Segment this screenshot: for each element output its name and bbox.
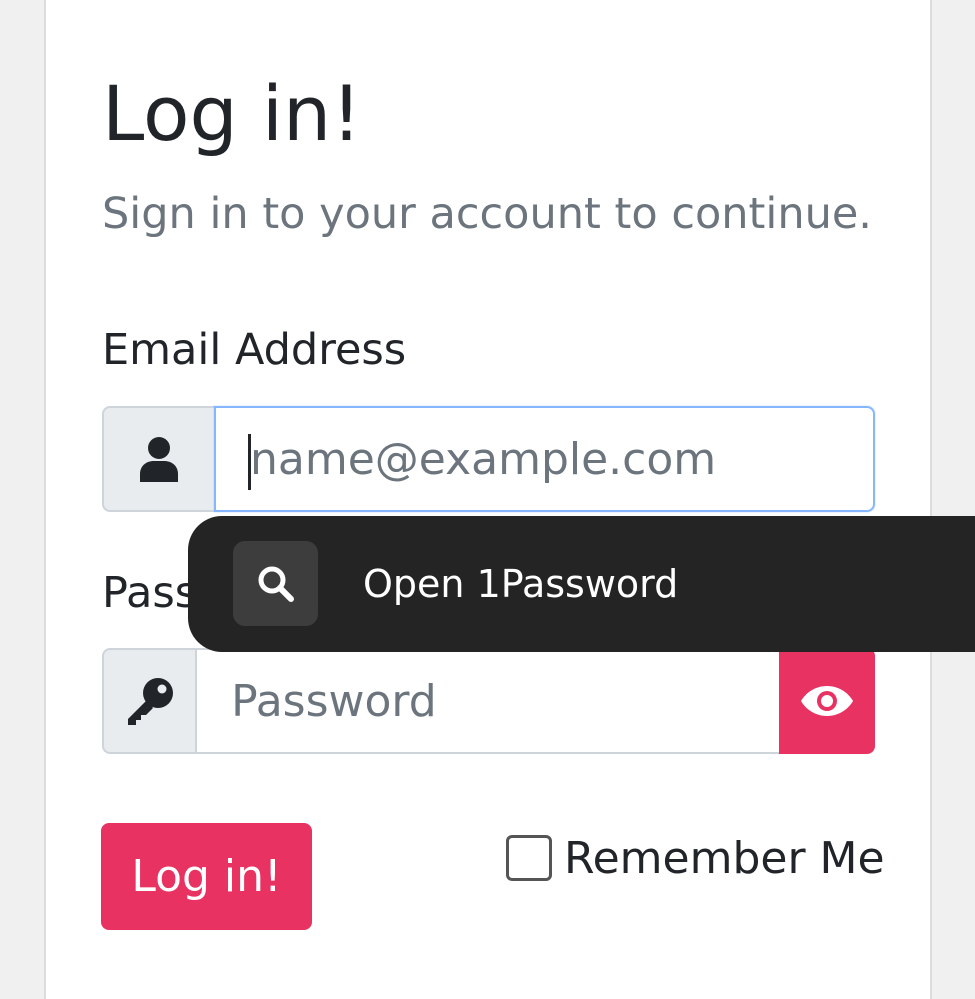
eye-icon: [801, 686, 854, 716]
password-addon: [102, 648, 196, 754]
login-button[interactable]: Log in!: [101, 823, 312, 930]
show-password-button[interactable]: [779, 648, 875, 754]
password-field[interactable]: [195, 648, 780, 754]
password-manager-popup[interactable]: Open 1Password: [188, 516, 975, 652]
open-1password-option[interactable]: Open 1Password: [363, 556, 678, 612]
key-icon: [127, 678, 173, 725]
email-addon: [102, 406, 214, 512]
page-subtitle: Sign in to your account to continue.: [102, 189, 872, 239]
popup-search-button[interactable]: [233, 541, 318, 626]
search-icon: [258, 566, 294, 602]
page-title: Log in!: [102, 69, 362, 158]
remember-me-checkbox[interactable]: [506, 835, 552, 881]
email-input-group: [102, 406, 875, 512]
password-label: Pass: [102, 568, 198, 618]
remember-me-label[interactable]: Remember Me: [564, 833, 885, 884]
email-field[interactable]: [214, 406, 875, 512]
password-input-group: [102, 648, 875, 754]
remember-me[interactable]: Remember Me: [506, 828, 885, 888]
email-label: Email Address: [102, 325, 407, 375]
text-cursor: [248, 434, 251, 490]
user-icon: [140, 437, 178, 482]
